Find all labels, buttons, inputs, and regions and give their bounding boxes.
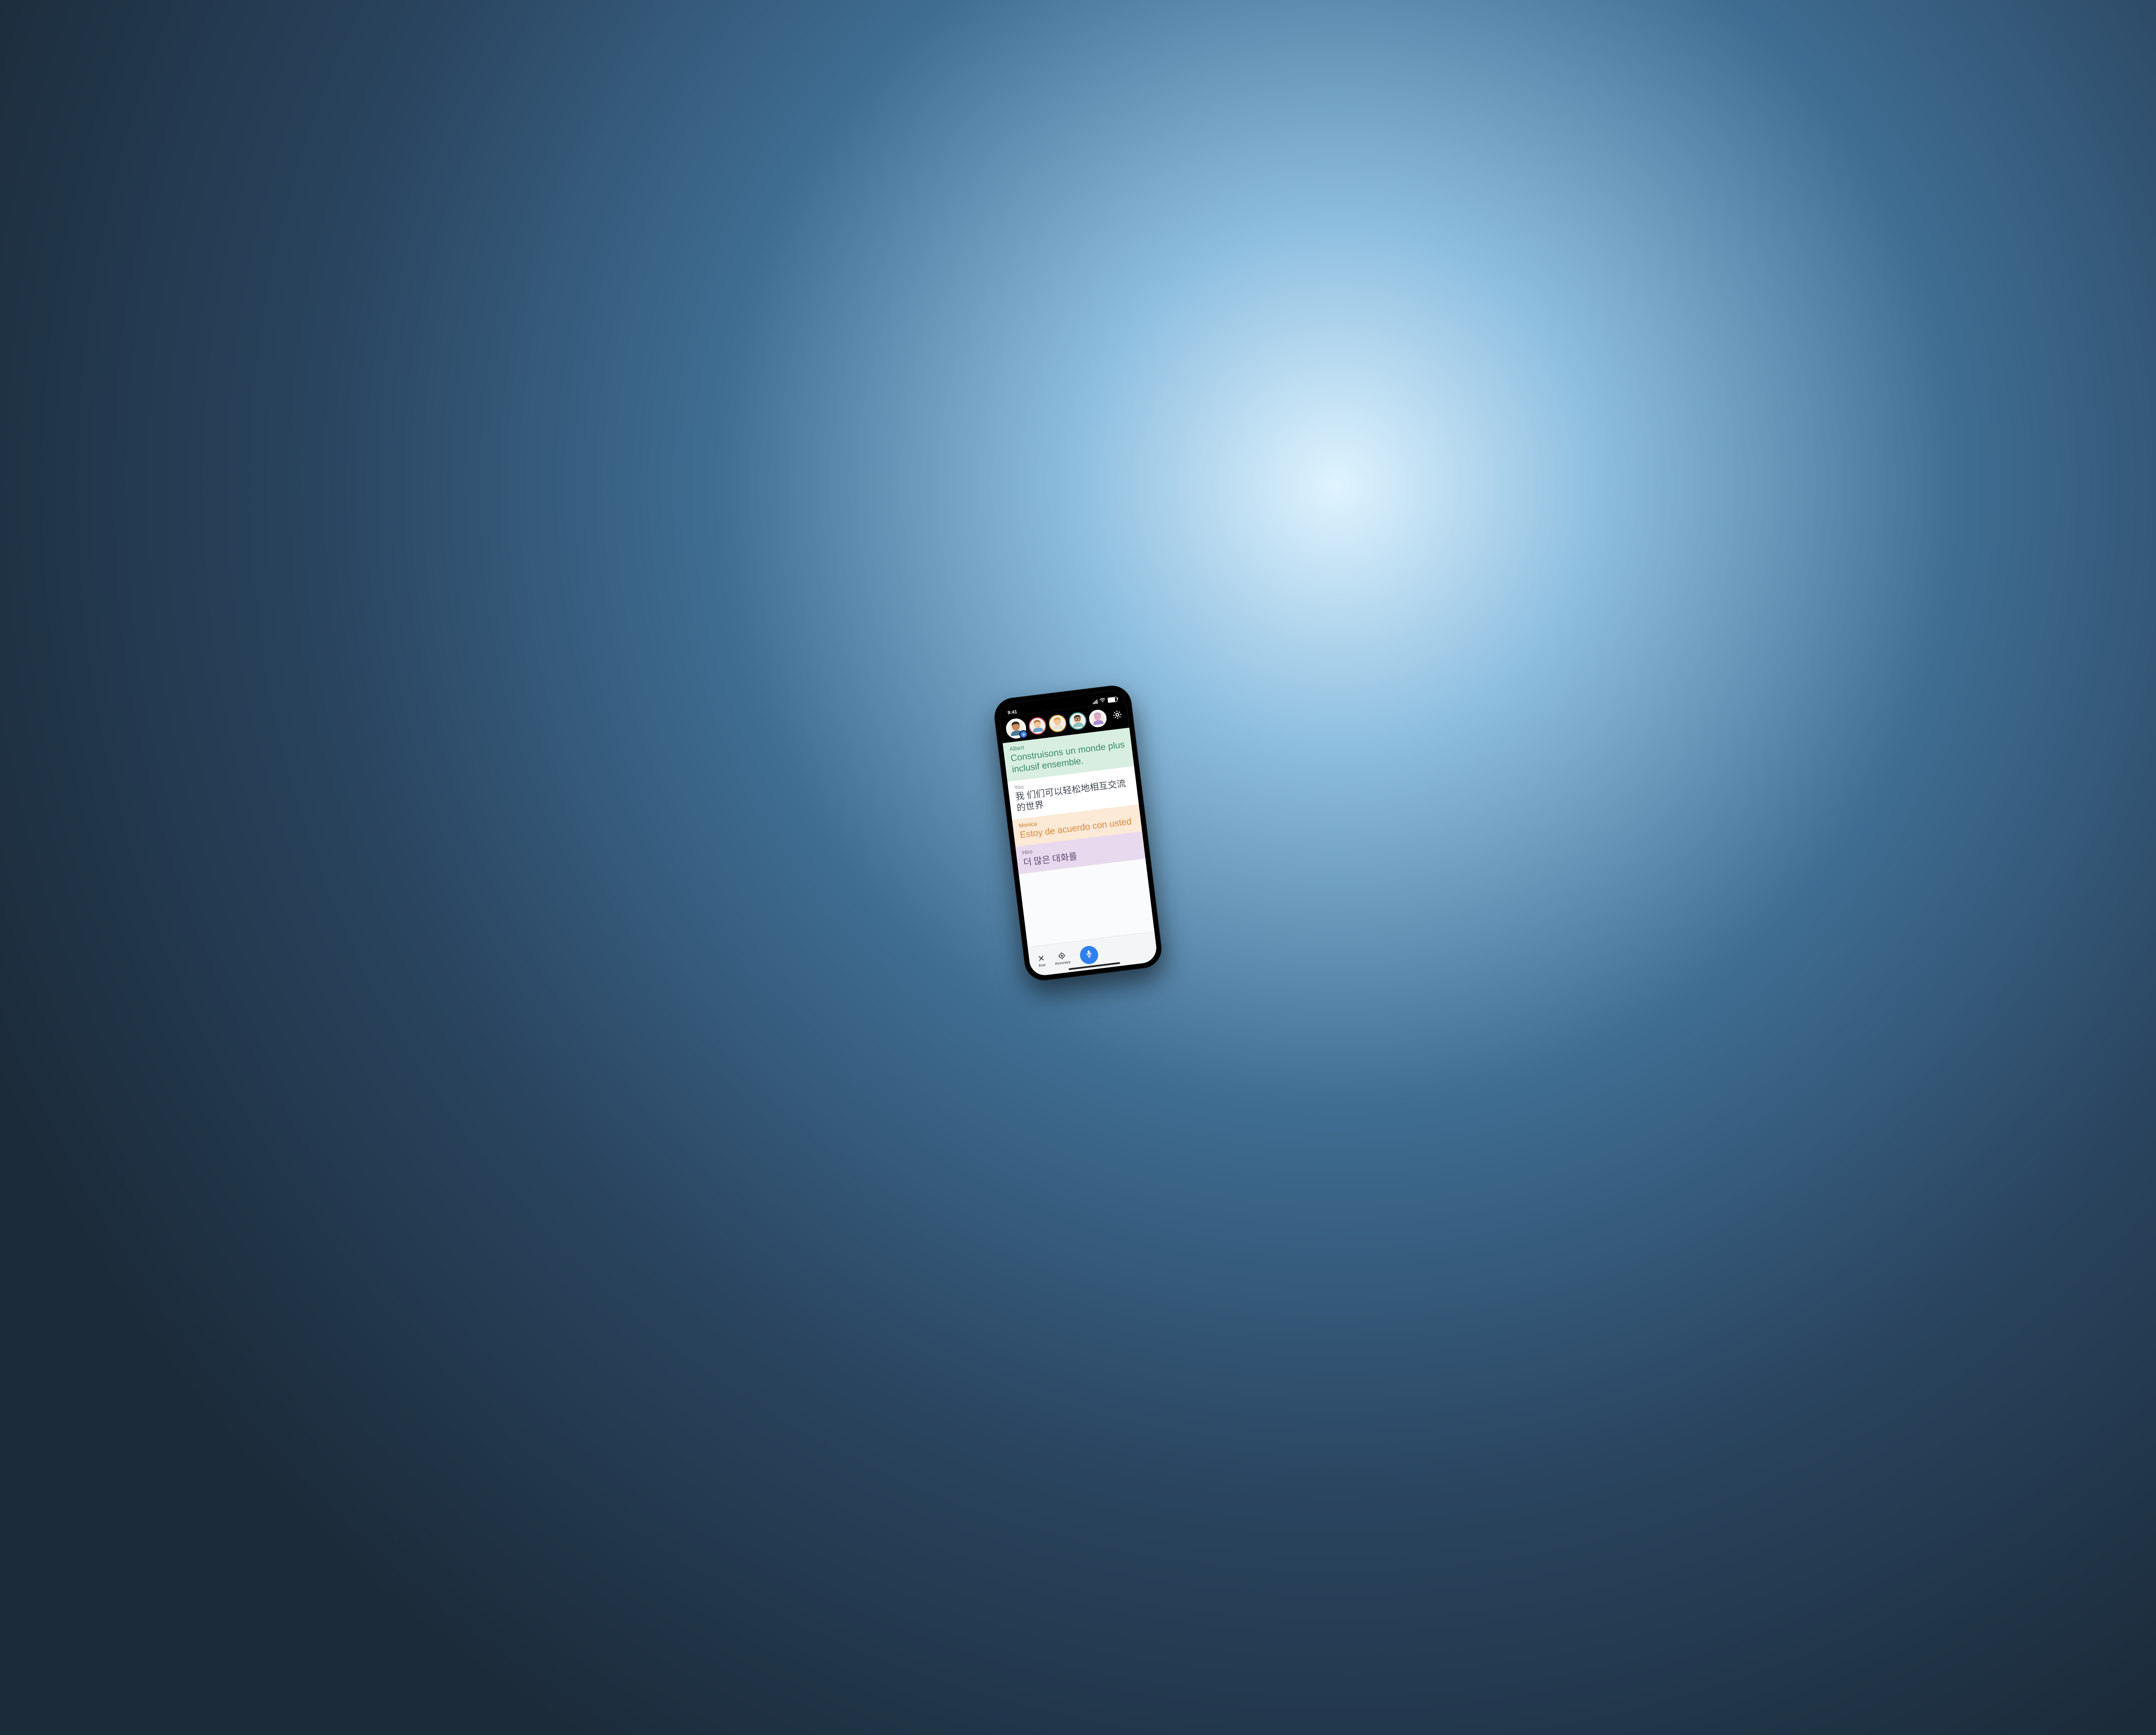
target-icon — [1057, 951, 1066, 960]
microphone-icon — [1084, 949, 1094, 960]
participant-avatar[interactable] — [1005, 717, 1027, 739]
status-time: 9:41 — [1007, 709, 1017, 716]
wifi-icon — [1099, 697, 1106, 704]
phone-screen: 9:41 A — [998, 689, 1158, 977]
conversation-list[interactable]: Albert Construisons un monde plus inclus… — [1003, 727, 1154, 947]
end-button[interactable]: End — [1037, 953, 1047, 968]
microphone-button[interactable] — [1079, 945, 1099, 965]
participant-avatar[interactable] — [1048, 714, 1067, 733]
scene-background: 9:41 A — [0, 0, 2156, 1735]
close-icon — [1037, 953, 1046, 963]
participant-avatar[interactable] — [1068, 711, 1087, 730]
add-badge-icon — [1019, 730, 1028, 739]
phone-frame: 9:41 A — [992, 683, 1164, 982]
battery-icon — [1107, 696, 1117, 703]
accuracy-button[interactable]: Accuracy — [1053, 950, 1071, 965]
accuracy-label: Accuracy — [1055, 960, 1071, 965]
participant-avatar[interactable] — [1028, 716, 1047, 736]
participant-avatar[interactable] — [1088, 709, 1108, 728]
settings-button[interactable] — [1112, 709, 1123, 723]
end-label: End — [1039, 963, 1046, 968]
